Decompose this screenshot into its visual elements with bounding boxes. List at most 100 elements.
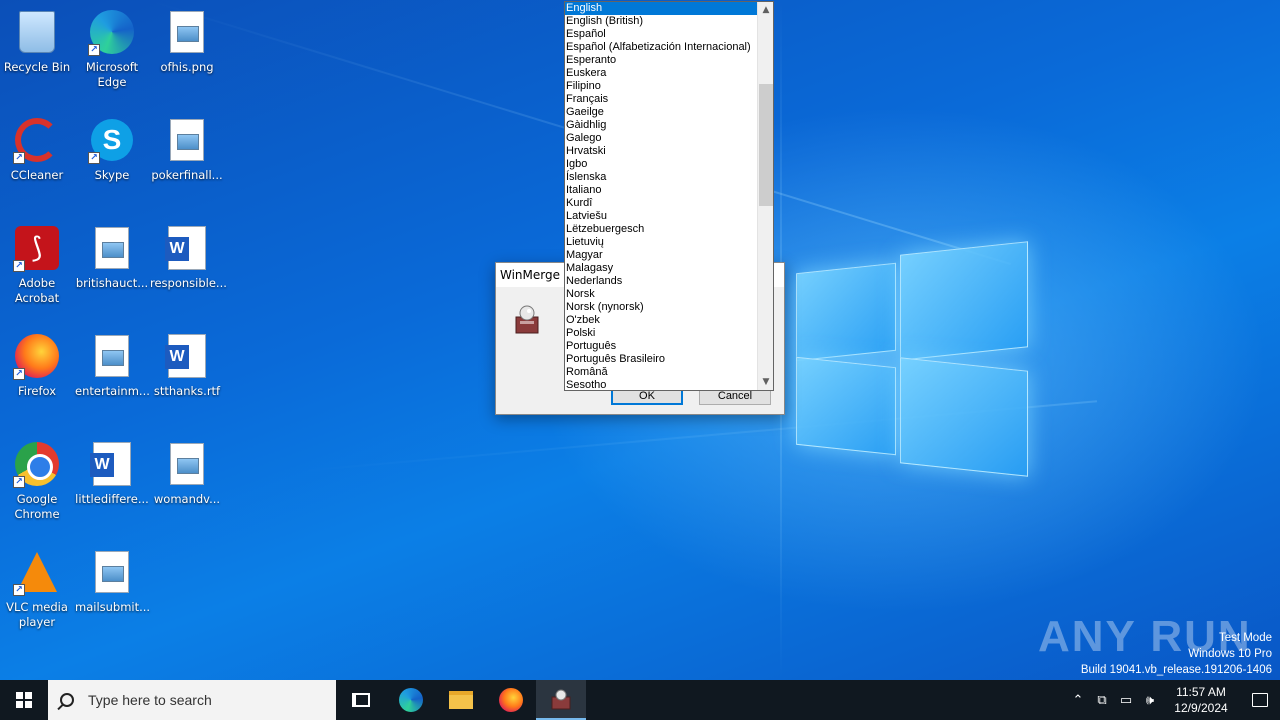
taskbar-winmerge-button[interactable]	[536, 680, 586, 720]
language-option[interactable]: Malagasy	[565, 262, 758, 275]
scroll-up-arrow-icon[interactable]: ▲	[758, 2, 773, 18]
action-center-button[interactable]	[1240, 680, 1280, 720]
language-option[interactable]: Norsk (nynorsk)	[565, 301, 758, 314]
language-option[interactable]: Română	[565, 366, 758, 379]
language-option[interactable]: Lëtzebuergesch	[565, 223, 758, 236]
task-view-button[interactable]	[336, 680, 386, 720]
desktop-icon-firefox[interactable]: ↗ Firefox	[0, 326, 74, 399]
desktop-icon-ccleaner[interactable]: ↗ CCleaner	[0, 110, 74, 183]
language-option[interactable]: Kurdî	[565, 197, 758, 210]
notification-icon	[1252, 693, 1268, 707]
desktop-icon-responsible[interactable]: responsible...	[150, 218, 227, 291]
language-option[interactable]: Nederlands	[565, 275, 758, 288]
language-option[interactable]: Français	[565, 93, 758, 106]
clock[interactable]: 11:57 AM 12/9/2024	[1162, 684, 1240, 716]
desktop-icon-label: littlediffere...	[75, 492, 149, 506]
desktop-icon-label: VLC media player	[6, 600, 68, 629]
image-file-icon	[95, 551, 129, 593]
os-watermark: Test Mode Windows 10 Pro Build 19041.vb_…	[1081, 630, 1272, 678]
word-file-icon	[90, 442, 131, 486]
desktop-icon-adobe-acrobat[interactable]: ⟆ ↗ Adobe Acrobat	[0, 218, 74, 306]
language-option[interactable]: Español (Alfabetización Internacional)	[565, 41, 758, 54]
desktop-icon-womandv[interactable]: womandv...	[150, 434, 224, 507]
windows-logo-wallpaper	[796, 240, 1028, 480]
language-option[interactable]: Norsk	[565, 288, 758, 301]
desktop-icon-label: Firefox	[17, 384, 57, 398]
taskbar-edge-button[interactable]	[386, 680, 436, 720]
image-file-icon	[170, 443, 204, 485]
language-option[interactable]: Latviešu	[565, 210, 758, 223]
shortcut-arrow-icon: ↗	[88, 152, 100, 164]
desktop-icon-britishauct[interactable]: britishauct...	[75, 218, 149, 291]
system-tray: ⌃ ⧉ ▭ 🕪 11:57 AM 12/9/2024	[1066, 680, 1280, 720]
language-dropdown-list[interactable]: English English (British) Español Español (…	[564, 1, 774, 391]
desktop-icon-label: Recycle Bin	[3, 60, 71, 74]
language-option[interactable]: O'zbek	[565, 314, 758, 327]
language-option[interactable]: Gàidhlig	[565, 119, 758, 132]
desktop-icon-mailsubmit[interactable]: mailsubmit...	[75, 542, 151, 615]
scroll-thumb[interactable]	[759, 84, 773, 206]
shortcut-arrow-icon: ↗	[13, 152, 25, 164]
task-view-icon	[352, 693, 370, 707]
clock-time: 11:57 AM	[1176, 685, 1226, 699]
language-option[interactable]: Esperanto	[565, 54, 758, 67]
edge-icon	[399, 688, 423, 712]
volume-icon[interactable]: 🕪	[1138, 693, 1162, 708]
language-option[interactable]: Italiano	[565, 184, 758, 197]
start-button[interactable]	[0, 680, 48, 720]
language-option[interactable]: Português	[565, 340, 758, 353]
show-hidden-icons-chevron-icon[interactable]: ⌃	[1066, 693, 1090, 708]
desktop-icon-label: mailsubmit...	[75, 600, 151, 614]
image-file-icon	[95, 227, 129, 269]
desktop-icon-microsoft-edge[interactable]: ↗ Microsoft Edge	[75, 2, 149, 90]
language-option[interactable]: Lietuvių	[565, 236, 758, 249]
language-option[interactable]: English	[565, 2, 758, 15]
desktop-icon-ofhis[interactable]: ofhis.png	[150, 2, 224, 75]
desktop-icon-vlc[interactable]: ↗ VLC media player	[0, 542, 74, 630]
scroll-down-arrow-icon[interactable]: ▼	[758, 374, 773, 390]
taskbar-search-box[interactable]: Type here to search	[48, 680, 336, 720]
language-options: English English (British) Español Español (…	[565, 2, 758, 390]
desktop: Recycle Bin ↗ CCleaner ⟆ ↗ Adobe Acrobat …	[0, 0, 1280, 680]
list-scrollbar[interactable]: ▲ ▼	[757, 2, 773, 390]
clock-date: 12/9/2024	[1174, 701, 1228, 715]
language-option[interactable]: Magyar	[565, 249, 758, 262]
desktop-icon-stthanks[interactable]: stthanks.rtf	[150, 326, 224, 399]
language-option[interactable]: English (British)	[565, 15, 758, 28]
language-option[interactable]: Galego	[565, 132, 758, 145]
taskbar-file-explorer-button[interactable]	[436, 680, 486, 720]
desktop-icon-skype[interactable]: S ↗ Skype	[75, 110, 149, 183]
shortcut-arrow-icon: ↗	[88, 44, 100, 56]
watermark-line: Build 19041.vb_release.191206-1406	[1080, 664, 1272, 676]
language-option[interactable]: Íslenska	[565, 171, 758, 184]
shortcut-arrow-icon: ↗	[13, 584, 25, 596]
desktop-icon-label: stthanks.rtf	[153, 384, 221, 398]
desktop-icon-label: entertainm...	[75, 384, 150, 398]
language-option[interactable]: Hrvatski	[565, 145, 758, 158]
taskbar-firefox-button[interactable]	[486, 680, 536, 720]
language-option[interactable]: Igbo	[565, 158, 758, 171]
desktop-icon-littlediffere[interactable]: littlediffere...	[75, 434, 149, 507]
search-icon	[60, 693, 74, 707]
desktop-icon-label: womandv...	[153, 492, 221, 506]
language-option[interactable]: Sesotho	[565, 379, 758, 390]
desktop-icon-label: britishauct...	[75, 276, 149, 290]
desktop-icon-pokerfinall[interactable]: pokerfinall...	[150, 110, 224, 183]
image-file-icon	[95, 335, 129, 377]
language-option[interactable]: Gaeilge	[565, 106, 758, 119]
desktop-icon-recycle-bin[interactable]: Recycle Bin	[0, 2, 74, 75]
desktop-icon-entertainm[interactable]: entertainm...	[75, 326, 150, 399]
language-option[interactable]: Español	[565, 28, 758, 41]
language-option[interactable]: Filipino	[565, 80, 758, 93]
desktop-icon-label: pokerfinall...	[151, 168, 223, 182]
desktop-icon-google-chrome[interactable]: ↗ Google Chrome	[0, 434, 74, 522]
image-file-icon	[170, 11, 204, 53]
recycle-bin-icon	[19, 11, 55, 53]
network-icon[interactable]: ▭	[1114, 693, 1138, 708]
device-icon[interactable]: ⧉	[1090, 693, 1114, 708]
language-option[interactable]: Polski	[565, 327, 758, 340]
language-option[interactable]: Euskera	[565, 67, 758, 80]
language-option[interactable]: Português Brasileiro	[565, 353, 758, 366]
desktop-icon-label: ofhis.png	[160, 60, 214, 74]
desktop-icon-label: Microsoft Edge	[85, 60, 139, 89]
